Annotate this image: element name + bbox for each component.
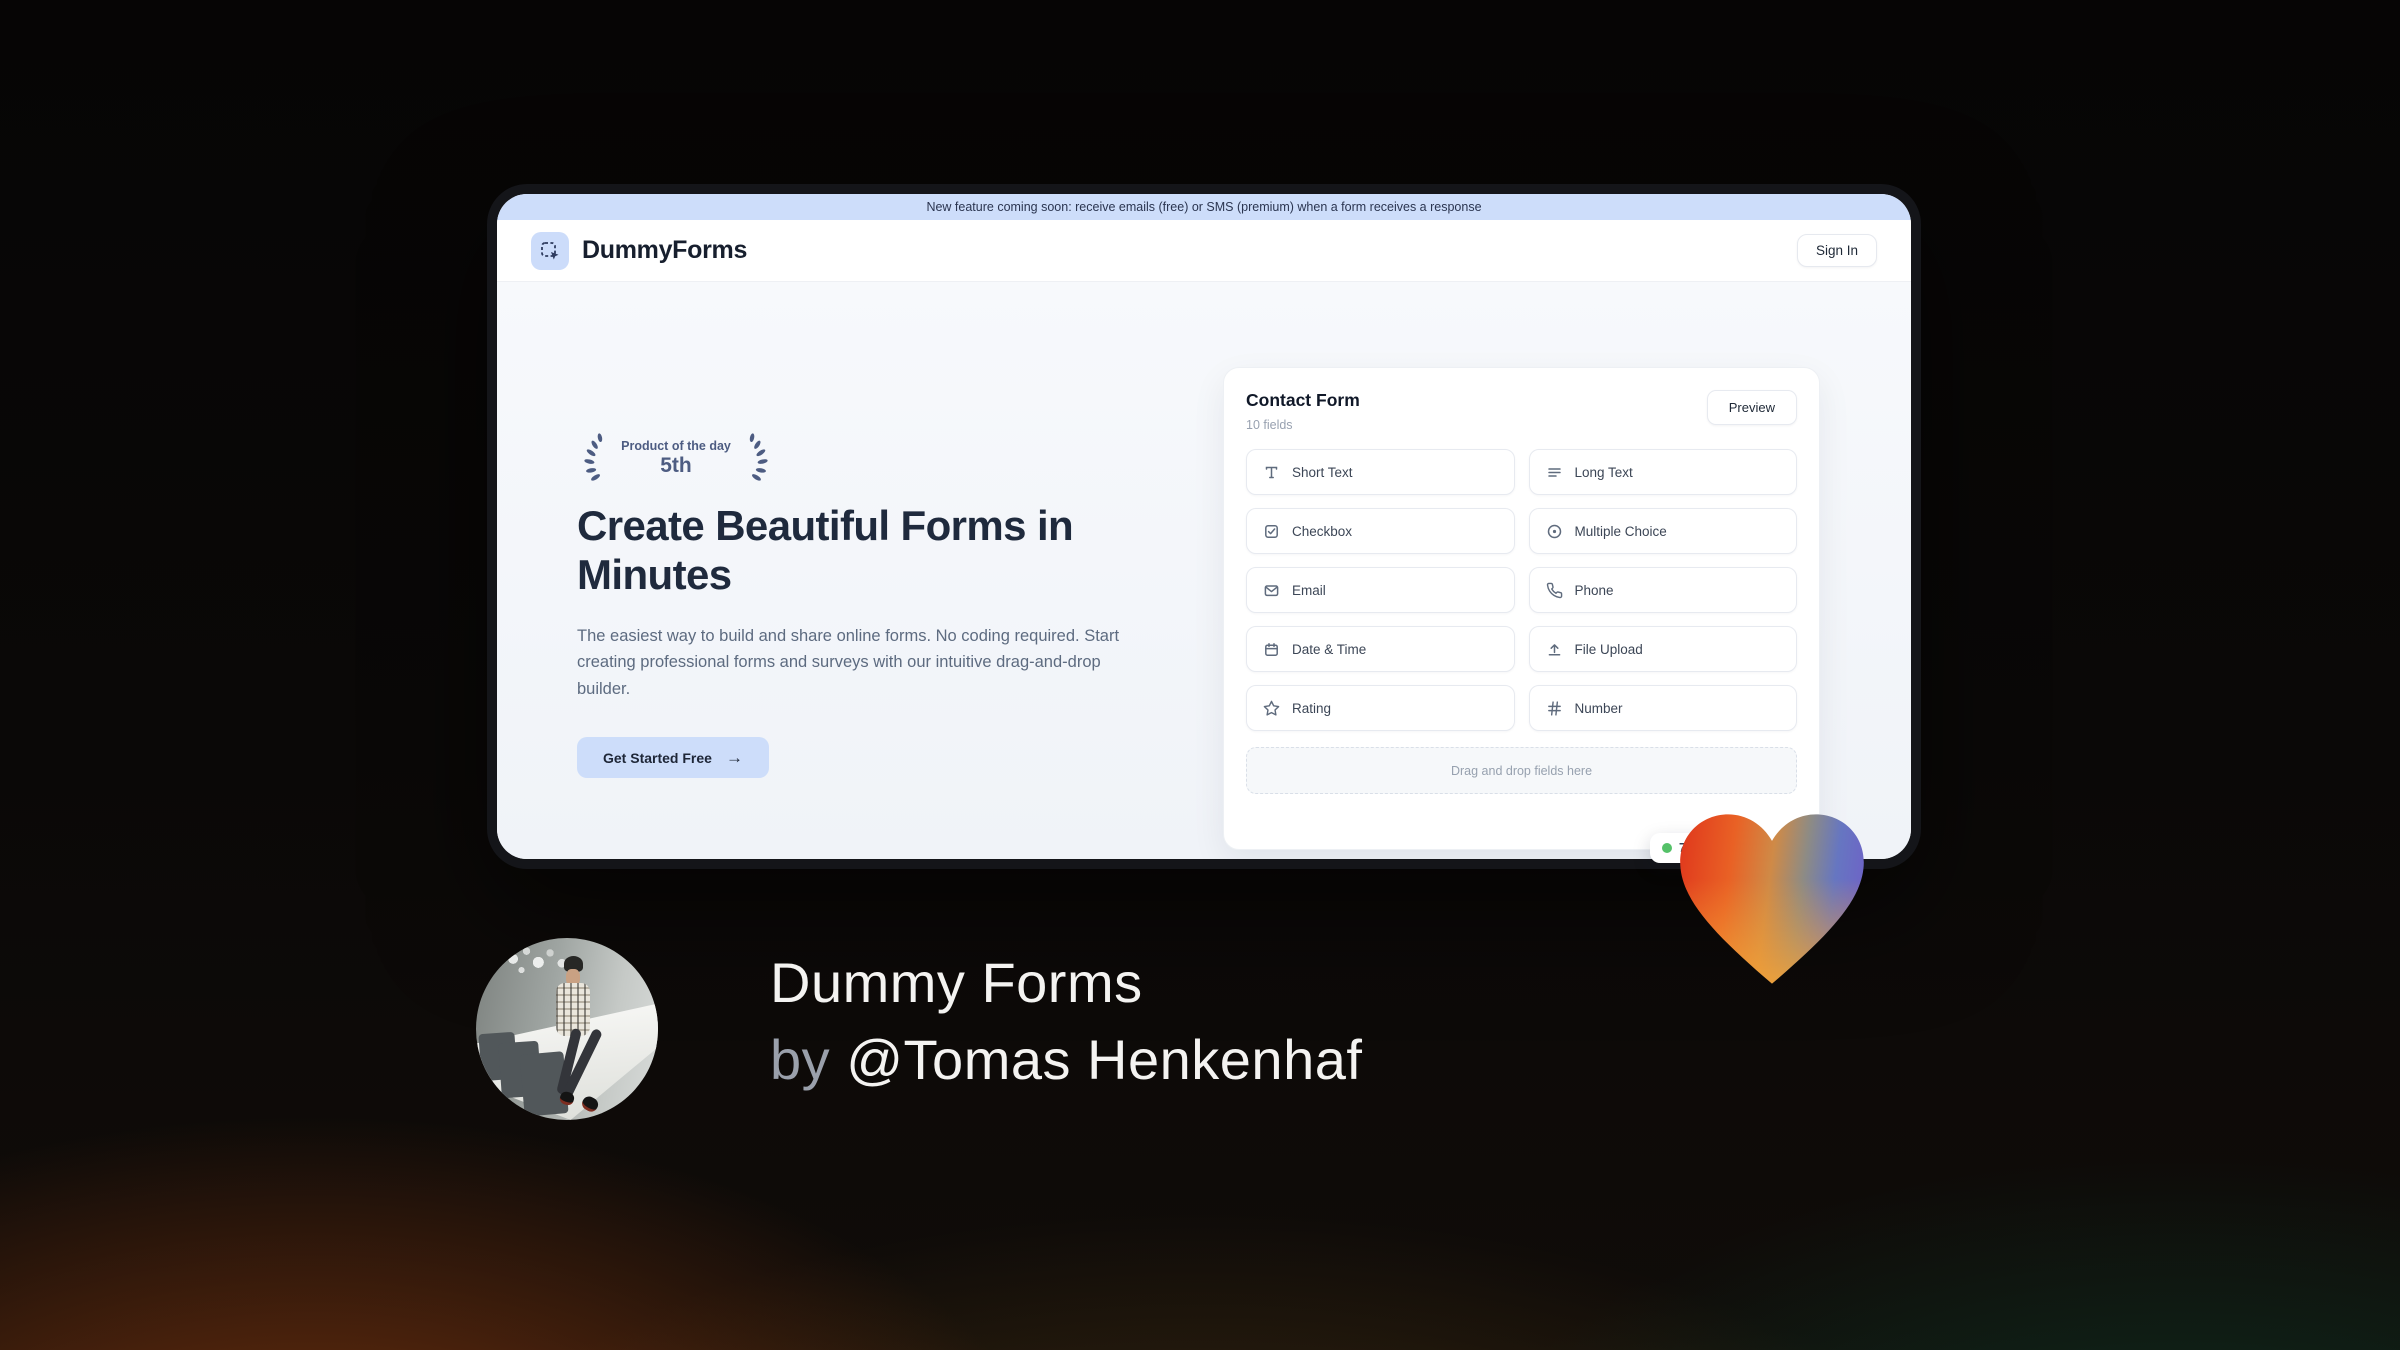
field-number[interactable]: Number bbox=[1528, 685, 1797, 731]
form-field-count: 10 fields bbox=[1246, 418, 1293, 432]
dummyforms-logo-icon bbox=[531, 231, 569, 270]
laurel-right-icon bbox=[749, 433, 768, 481]
preview-button[interactable]: Preview bbox=[1706, 390, 1797, 425]
brand-logo[interactable]: DummyForms bbox=[531, 231, 748, 270]
profile-photo bbox=[476, 938, 658, 1120]
phone-icon bbox=[1546, 582, 1562, 598]
browser-window: New feature coming soon: receive emails … bbox=[487, 184, 1921, 869]
shoe bbox=[579, 1093, 601, 1115]
field-phone[interactable]: Phone bbox=[1528, 567, 1797, 613]
laurel-left-icon bbox=[584, 433, 603, 481]
hero-subtitle: The easiest way to build and share onlin… bbox=[577, 627, 1120, 698]
dropzone-label: Drag and drop fields here bbox=[1450, 763, 1593, 778]
field-short-text[interactable]: Short Text bbox=[1246, 449, 1515, 495]
checkbox-icon bbox=[1265, 524, 1278, 538]
badge-line1: Product of the day bbox=[621, 438, 731, 453]
field-email[interactable]: Email bbox=[1246, 567, 1515, 613]
field-long-text[interactable]: Long Text bbox=[1528, 449, 1797, 495]
hash-icon bbox=[1547, 700, 1561, 716]
cta-label: Get Started Free bbox=[603, 749, 712, 766]
paragraph-lines-icon bbox=[1547, 467, 1561, 477]
maker-byline: Dummy Forms by @Tomas Henkenhaf bbox=[770, 944, 1362, 1099]
field-type-grid: Short Text Long Text Checkbox Multiple C… bbox=[1246, 449, 1797, 731]
hero-title: Create Beautiful Forms in Minutes bbox=[577, 502, 1074, 599]
sign-in-button[interactable]: Sign In bbox=[1796, 234, 1877, 267]
arrow-right-icon: → bbox=[725, 748, 743, 767]
field-multiple-choice[interactable]: Multiple Choice bbox=[1528, 508, 1797, 554]
form-title: Contact Form bbox=[1246, 390, 1360, 410]
drag-drop-zone[interactable]: Drag and drop fields here bbox=[1246, 747, 1797, 794]
product-of-the-day-badge: Product of the day 5th bbox=[577, 429, 775, 487]
checkered-shirt bbox=[555, 982, 590, 1036]
person-figure bbox=[542, 953, 608, 1115]
announcement-text: New feature coming soon: receive emails … bbox=[926, 200, 1482, 214]
radio-button-icon bbox=[1547, 524, 1561, 538]
field-date-time[interactable]: Date & Time bbox=[1246, 626, 1515, 672]
app-page: New feature coming soon: receive emails … bbox=[497, 194, 1911, 859]
upload-icon bbox=[1548, 643, 1560, 656]
gradient-heart-icon bbox=[1670, 806, 1874, 997]
envelope-icon bbox=[1264, 584, 1279, 596]
hero-section: Product of the day 5th Create Beautiful … bbox=[497, 282, 1911, 859]
field-checkbox[interactable]: Checkbox bbox=[1246, 508, 1515, 554]
field-rating[interactable]: Rating bbox=[1246, 685, 1515, 731]
star-icon bbox=[1263, 700, 1280, 716]
form-builder-card: Contact Form 10 fields Preview Short Tex… bbox=[1223, 367, 1820, 850]
byline-handle: @Tomas Henkenhaf bbox=[846, 1028, 1363, 1092]
byline-title: Dummy Forms bbox=[770, 951, 1143, 1014]
badge-line2: 5th bbox=[660, 453, 692, 477]
get-started-button[interactable]: Get Started Free → bbox=[577, 737, 769, 778]
brand-name: DummyForms bbox=[582, 236, 748, 264]
byline-prefix: by bbox=[770, 1028, 847, 1092]
announcement-banner: New feature coming soon: receive emails … bbox=[497, 194, 1911, 220]
calendar-icon bbox=[1265, 642, 1278, 656]
field-file-upload[interactable]: File Upload bbox=[1528, 626, 1797, 672]
text-icon bbox=[1265, 466, 1278, 478]
app-header: DummyForms Sign In bbox=[497, 220, 1911, 282]
